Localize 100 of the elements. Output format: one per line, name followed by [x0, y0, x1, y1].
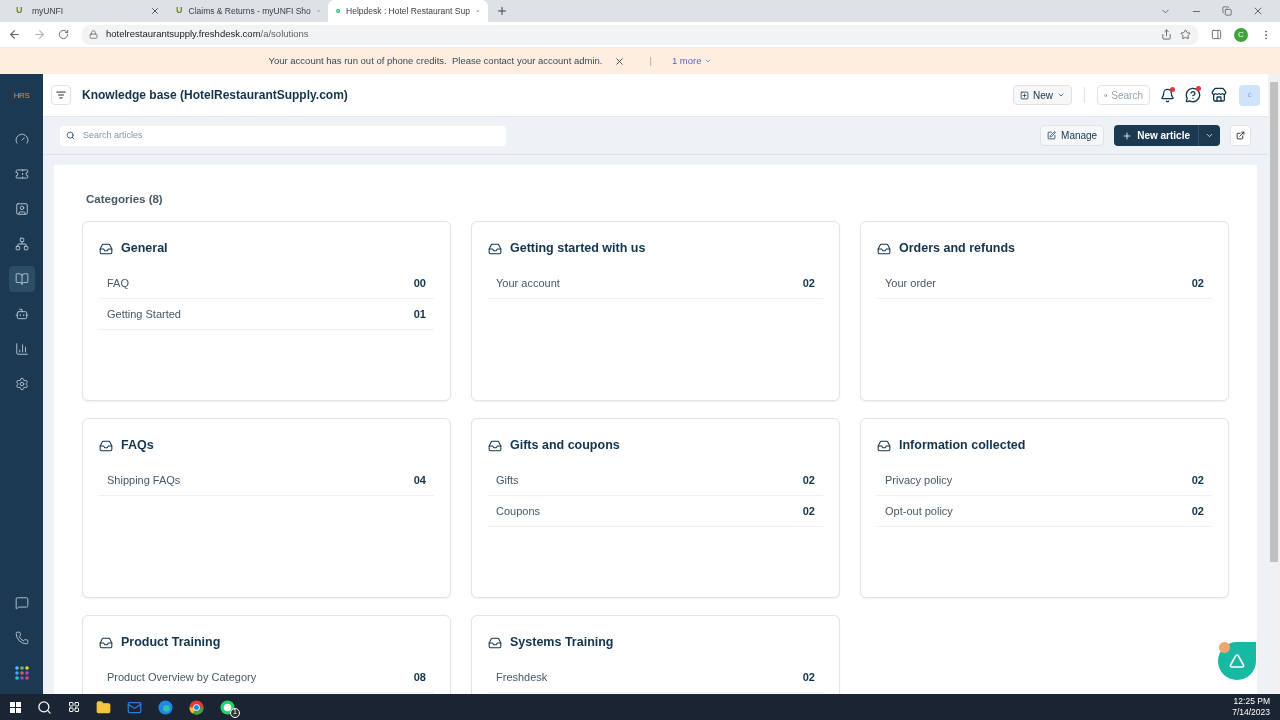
- categories-heading: Categories (8): [86, 192, 164, 207]
- browser-tab[interactable]: U myUNFI: [8, 0, 168, 22]
- reload-icon[interactable]: [58, 29, 69, 40]
- category-title[interactable]: Orders and refunds: [899, 239, 1015, 258]
- clock-date: 7/14/2023: [1232, 707, 1270, 718]
- folder-row[interactable]: FAQ 00: [99, 268, 434, 299]
- category-title[interactable]: Gifts and coupons: [510, 436, 620, 455]
- share-icon[interactable]: [1161, 29, 1172, 40]
- folder-name: Gifts: [496, 472, 519, 488]
- article-count: 02: [802, 669, 815, 685]
- book-icon: [14, 272, 29, 286]
- page-title: Knowledge base (HotelRestaurantSupply.com): [82, 87, 348, 104]
- inbox-icon: [488, 635, 502, 650]
- lock-icon: [89, 30, 98, 39]
- inbox-icon: [99, 635, 113, 650]
- gauge-icon: [14, 132, 29, 146]
- folder-row[interactable]: Product Overview by Category 08: [99, 662, 434, 693]
- folder-row[interactable]: Freshdesk 02: [488, 662, 823, 693]
- inbox-icon: [877, 241, 891, 256]
- inbox-icon: [99, 241, 113, 256]
- new-button[interactable]: New: [1013, 85, 1072, 105]
- store-icon[interactable]: [1211, 87, 1227, 103]
- category-title[interactable]: Product Training: [121, 633, 221, 652]
- article-count: 02: [802, 275, 815, 291]
- separator: |: [649, 53, 652, 68]
- phone-chat-icon[interactable]: [220, 699, 235, 715]
- category-title[interactable]: General: [121, 239, 168, 258]
- favicon: U: [176, 4, 183, 18]
- tab-title: Helpdesk : Hotel Restaurant Sup: [346, 4, 470, 18]
- contact-icon: [14, 202, 29, 216]
- article-count: 02: [1191, 275, 1204, 291]
- star-icon[interactable]: [1180, 29, 1191, 40]
- category-title[interactable]: FAQs: [121, 436, 154, 455]
- folder-row[interactable]: Your account 02: [488, 268, 823, 299]
- folder-row[interactable]: Coupons 02: [488, 496, 823, 527]
- folder-icon[interactable]: [96, 699, 111, 715]
- filter-icon: [56, 90, 66, 100]
- article-count: 00: [413, 275, 426, 291]
- url-text: hotelrestaurantsupply.freshdesk.com/a/solutions: [106, 27, 309, 42]
- toggle-button[interactable]: [51, 85, 71, 105]
- tab-title: myUNFI: [32, 4, 65, 18]
- category-title[interactable]: Systems Training: [510, 633, 614, 652]
- help-icon[interactable]: [1185, 87, 1201, 103]
- folder-name: Privacy policy: [885, 472, 953, 488]
- open-portal-button[interactable]: [1230, 125, 1251, 146]
- browser-tab[interactable]: U Claims & Returns - myUNFI Sho: [168, 0, 328, 22]
- windows-logo-icon[interactable]: [10, 701, 21, 713]
- phone-icon: [14, 631, 29, 645]
- inbox-icon: [488, 241, 502, 256]
- bar-chart-icon: [14, 342, 29, 356]
- chat-icon: [14, 596, 29, 610]
- robot-icon: [14, 307, 29, 321]
- task-view-icon[interactable]: [68, 701, 80, 713]
- external-link-icon: [1236, 131, 1245, 140]
- chat-bubble-icon: [336, 6, 341, 16]
- side-panel-icon[interactable]: [1211, 29, 1222, 40]
- folder-name: Freshdesk: [496, 669, 548, 685]
- ticket-icon: [14, 167, 29, 181]
- favicon: U: [16, 4, 24, 18]
- settings-icon: [14, 377, 29, 391]
- apps-grid-icon[interactable]: [14, 666, 29, 680]
- folder-row[interactable]: Getting Started 01: [99, 299, 434, 330]
- edit-icon: [1047, 131, 1057, 140]
- restore-icon[interactable]: [1222, 6, 1232, 16]
- manage-button[interactable]: Manage: [1040, 125, 1105, 146]
- article-count: 02: [1191, 472, 1204, 488]
- article-count: 02: [802, 503, 815, 519]
- logo[interactable]: HRS: [13, 90, 30, 102]
- folder-name: Shipping FAQs: [107, 472, 181, 488]
- folder-name: FAQ: [107, 275, 129, 291]
- inbox-icon: [877, 438, 891, 453]
- banner-message: Your account has run out of phone credits. Please contact your account admin.: [268, 53, 603, 68]
- more-link[interactable]: 1 more: [671, 53, 712, 69]
- inbox-icon: [99, 438, 113, 453]
- clock-time: 12:25 PM: [1233, 696, 1270, 707]
- new-tab-icon[interactable]: [496, 5, 508, 17]
- browser-tab[interactable]: Helpdesk : Hotel Restaurant Sup: [328, 0, 488, 22]
- back-icon[interactable]: [8, 28, 21, 41]
- bell-icon[interactable]: [1160, 87, 1175, 103]
- folder-name: Coupons: [496, 503, 541, 519]
- folder-row[interactable]: Your order 02: [877, 268, 1212, 299]
- category-title[interactable]: Getting started with us: [510, 239, 646, 258]
- folder-row[interactable]: Shipping FAQs 04: [99, 465, 434, 496]
- mail-icon[interactable]: [127, 699, 142, 715]
- sidebar-item[interactable]: [8, 266, 35, 292]
- browser-swirl-icon[interactable]: [158, 699, 173, 715]
- folder-name: Product Overview by Category: [107, 669, 257, 685]
- folder-name: Getting Started: [107, 306, 181, 322]
- category-title[interactable]: Information collected: [899, 436, 1026, 455]
- folder-row[interactable]: Gifts 02: [488, 465, 823, 496]
- network-triangle-icon: [1229, 653, 1245, 669]
- folder-row[interactable]: Opt-out policy 02: [877, 496, 1212, 527]
- browser-circle-icon[interactable]: [189, 699, 204, 715]
- plus-icon: [1122, 130, 1133, 141]
- tab-title: Claims & Returns - myUNFI Sho: [188, 4, 311, 18]
- chevron-icon: [703, 57, 712, 65]
- folder-name: Your order: [885, 275, 936, 291]
- folder-row[interactable]: Privacy policy 02: [877, 465, 1212, 496]
- folder-name: Opt-out policy: [885, 503, 953, 519]
- address-bar[interactable]: hotelrestaurantsupply.freshdesk.com/a/solutions: [81, 24, 1199, 45]
